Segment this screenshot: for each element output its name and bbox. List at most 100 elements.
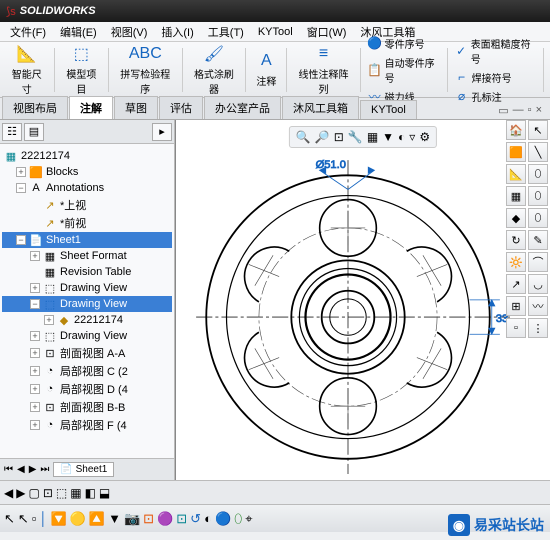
tool-button-icon[interactable]: 🟧 xyxy=(506,142,526,162)
toolbar-icon[interactable]: 📷 xyxy=(124,511,140,527)
command-tab[interactable]: 视图布局 xyxy=(2,96,68,119)
toolbar-icon[interactable]: ⊡ xyxy=(43,486,53,500)
toolbar-icon[interactable]: ⬓ xyxy=(99,486,110,500)
tree-tab-icon[interactable]: ☷ xyxy=(2,123,22,141)
tree-item[interactable]: +⊡剖面视图 A-A xyxy=(2,344,172,362)
tree-expander-icon[interactable]: + xyxy=(30,251,40,261)
ribbon-button-sm[interactable]: ✓表面粗糙度符号 xyxy=(452,35,539,67)
ribbon-button-sm[interactable]: 🔵零件序号 xyxy=(365,35,443,52)
tree-expander-icon[interactable]: + xyxy=(30,366,40,376)
tool-button-icon[interactable]: 🏠 xyxy=(506,120,526,140)
tree-expander-icon[interactable]: − xyxy=(16,235,26,245)
tree-item[interactable]: ↗*前视 xyxy=(2,214,172,232)
tool-button-icon[interactable]: ⬯ xyxy=(528,164,548,184)
tree-expander-icon[interactable]: + xyxy=(30,331,40,341)
tree-item[interactable]: +⬚Drawing View xyxy=(2,280,172,296)
prop-tab-icon[interactable]: ▤ xyxy=(24,123,44,141)
ribbon-button[interactable]: ⬚模型项目 xyxy=(59,42,105,98)
view-tool-icon[interactable]: ⊡ xyxy=(334,130,344,144)
ribbon-button-sm[interactable]: ⌐焊接符号 xyxy=(452,69,539,86)
command-tab[interactable]: 草图 xyxy=(114,96,158,119)
tree-item[interactable]: +🟧Blocks xyxy=(2,164,172,180)
tool-button-icon[interactable]: ↻ xyxy=(506,230,526,250)
ribbon-button[interactable]: A注释 xyxy=(250,49,282,90)
tree-item[interactable]: +◔局部视图 D (4 xyxy=(2,380,172,398)
toolbar-icon[interactable]: 🟣 xyxy=(157,511,173,527)
command-tab[interactable]: KYTool xyxy=(360,100,417,119)
menu-item[interactable]: 文件(F) xyxy=(4,22,52,42)
view-tool-icon[interactable]: 🔎 xyxy=(315,130,330,144)
ribbon-button[interactable]: 📐智能尺寸 xyxy=(4,42,50,98)
menu-item[interactable]: 插入(I) xyxy=(155,22,199,42)
sheet-nav-first[interactable]: ⏮ xyxy=(4,464,13,475)
view-tool-icon[interactable]: ⚙ xyxy=(419,130,430,144)
tree-item[interactable]: +◔局部视图 F (4 xyxy=(2,416,172,434)
command-tab[interactable]: 办公室产品 xyxy=(204,96,281,119)
window-control-icon[interactable]: ▭ xyxy=(498,104,508,117)
view-tool-icon[interactable]: ▿ xyxy=(409,130,415,144)
tree-item[interactable]: +⬚Drawing View xyxy=(2,328,172,344)
toolbar-icon[interactable]: │ xyxy=(39,511,47,526)
toolbar-icon[interactable]: ↺ xyxy=(190,511,201,527)
tree-expander-icon[interactable]: + xyxy=(30,420,40,430)
toolbar-icon[interactable]: ⌖ xyxy=(245,511,252,527)
tool-button-icon[interactable]: ╲ xyxy=(528,142,548,162)
window-control-icon[interactable]: — xyxy=(513,104,524,117)
tool-button-icon[interactable]: ◡ xyxy=(528,274,548,294)
menu-item[interactable]: 视图(V) xyxy=(105,22,154,42)
toolbar-icon[interactable]: ◧ xyxy=(85,486,96,500)
tool-button-icon[interactable]: ⊞ xyxy=(506,296,526,316)
toolbar-icon[interactable]: ⊡ xyxy=(176,511,187,527)
tool-button-icon[interactable]: 〰 xyxy=(528,296,548,316)
toolbar-icon[interactable]: ⬚ xyxy=(56,486,67,500)
toolbar-icon[interactable]: ▼ xyxy=(108,511,121,526)
sheet-nav-last[interactable]: ⏭ xyxy=(40,464,49,475)
toolbar-icon[interactable]: ⊡ xyxy=(143,511,154,527)
toolbar-icon[interactable]: 🔼 xyxy=(89,511,105,527)
tree-expander-icon[interactable]: − xyxy=(30,299,40,309)
command-tab[interactable]: 注解 xyxy=(69,96,113,119)
sheet-nav-next[interactable]: ▶ xyxy=(29,464,37,475)
menu-item[interactable]: 工具(T) xyxy=(202,22,250,42)
tool-button-icon[interactable]: ⬯ xyxy=(528,208,548,228)
view-tool-icon[interactable]: 🔍 xyxy=(296,130,311,144)
view-tool-icon[interactable]: ◐ xyxy=(398,130,405,144)
toolbar-icon[interactable]: ▦ xyxy=(70,486,81,500)
tool-button-icon[interactable]: ▫ xyxy=(506,318,526,338)
menu-item[interactable]: KYTool xyxy=(252,24,299,40)
tool-button-icon[interactable]: 📐 xyxy=(506,164,526,184)
tree-expander-icon[interactable]: + xyxy=(30,283,40,293)
tree-item[interactable]: +◔局部视图 C (2 xyxy=(2,362,172,380)
toolbar-icon[interactable]: ▢ xyxy=(28,486,39,500)
toolbar-icon[interactable]: ↖ xyxy=(18,511,29,527)
drawing-canvas[interactable]: 🔍🔎⊡🔧▦▼◐▿⚙ xyxy=(175,120,550,480)
tree-expander-icon[interactable]: + xyxy=(30,348,40,358)
toolbar-icon[interactable]: 🔽 xyxy=(51,511,67,527)
sheet-tab[interactable]: 📄 Sheet1 xyxy=(53,462,114,477)
tree-item[interactable]: +▦Sheet Format xyxy=(2,248,172,264)
toolbar-icon[interactable]: ⬯ xyxy=(234,511,242,527)
toolbar-icon[interactable]: ◐ xyxy=(204,511,212,526)
tool-button-icon[interactable]: 🔆 xyxy=(506,252,526,272)
ribbon-button-sm[interactable]: 📋自动零件序号 xyxy=(365,54,443,86)
window-control-icon[interactable]: × xyxy=(536,104,542,117)
tree-expander-icon[interactable]: + xyxy=(30,402,40,412)
tool-button-icon[interactable]: ↗ xyxy=(506,274,526,294)
tool-button-icon[interactable]: ◆ xyxy=(506,208,526,228)
tree-root[interactable]: ▦ 22212174 xyxy=(2,148,172,164)
tree-item[interactable]: −AAnnotations xyxy=(2,180,172,196)
tree-expander-icon[interactable]: − xyxy=(16,183,26,193)
tool-button-icon[interactable]: ⋮ xyxy=(528,318,548,338)
toolbar-icon[interactable]: 🟡 xyxy=(70,511,86,527)
view-tool-icon[interactable]: ▦ xyxy=(367,130,378,144)
view-tool-icon[interactable]: ▼ xyxy=(382,130,394,144)
menu-item[interactable]: 编辑(E) xyxy=(54,22,103,42)
expand-icon[interactable]: ▸ xyxy=(152,123,172,141)
toolbar-icon[interactable]: ▫ xyxy=(32,511,37,526)
toolbar-icon[interactable]: ↖ xyxy=(4,511,15,527)
tool-button-icon[interactable]: ✎ xyxy=(528,230,548,250)
tree-expander-icon[interactable]: + xyxy=(44,315,54,325)
tree-expander-icon[interactable]: + xyxy=(16,167,26,177)
toolbar-icon[interactable]: ▶ xyxy=(16,486,25,500)
toolbar-icon[interactable]: ◀ xyxy=(4,486,13,500)
